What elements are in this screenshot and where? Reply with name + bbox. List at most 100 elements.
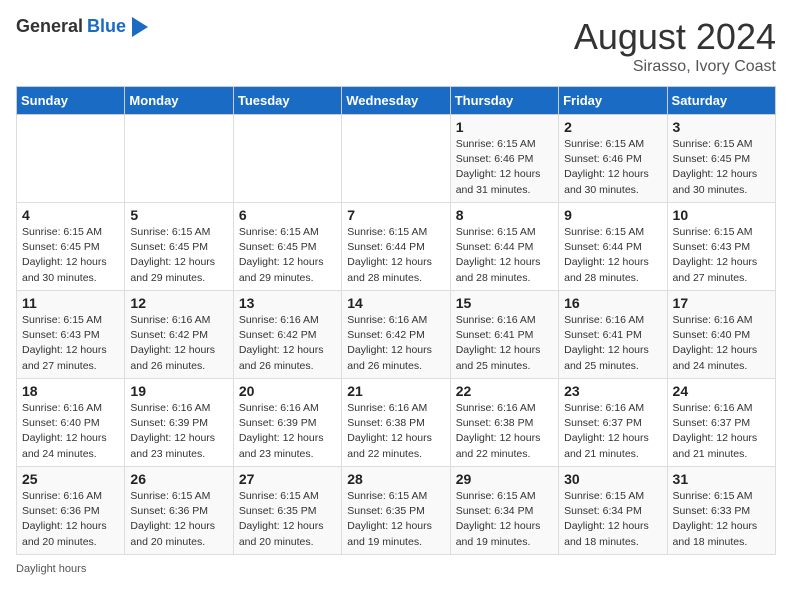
day-number: 11 xyxy=(22,295,119,311)
day-info: Sunrise: 6:15 AM Sunset: 6:44 PM Dayligh… xyxy=(456,225,553,286)
calendar-cell: 27 Sunrise: 6:15 AM Sunset: 6:35 PM Dayli… xyxy=(233,467,341,555)
column-header-wednesday: Wednesday xyxy=(342,87,450,115)
column-header-friday: Friday xyxy=(559,87,667,115)
day-info: Sunrise: 6:16 AM Sunset: 6:42 PM Dayligh… xyxy=(130,313,227,374)
day-number: 14 xyxy=(347,295,444,311)
calendar-cell: 9 Sunrise: 6:15 AM Sunset: 6:44 PM Daylig… xyxy=(559,203,667,291)
calendar-cell: 16 Sunrise: 6:16 AM Sunset: 6:41 PM Dayli… xyxy=(559,291,667,379)
calendar-cell: 31Sunrise: 6:15 AM Sunset: 6:33 PM Dayli… xyxy=(667,467,775,555)
calendar-week-3: 11Sunrise: 6:15 AM Sunset: 6:43 PM Dayli… xyxy=(17,291,776,379)
calendar-cell: 30 Sunrise: 6:15 AM Sunset: 6:34 PM Dayli… xyxy=(559,467,667,555)
day-info: Sunrise: 6:15 AM Sunset: 6:36 PM Dayligh… xyxy=(130,489,227,550)
calendar-cell: 6Sunrise: 6:15 AM Sunset: 6:45 PM Daylig… xyxy=(233,203,341,291)
day-number: 23 xyxy=(564,383,661,399)
calendar-cell: 8 Sunrise: 6:15 AM Sunset: 6:44 PM Daylig… xyxy=(450,203,558,291)
day-info: Sunrise: 6:15 AM Sunset: 6:45 PM Dayligh… xyxy=(130,225,227,286)
day-number: 24 xyxy=(673,383,770,399)
day-number: 31 xyxy=(673,471,770,487)
day-number: 26 xyxy=(130,471,227,487)
day-number: 1 xyxy=(456,119,553,135)
day-number: 8 xyxy=(456,207,553,223)
calendar-cell: 12 Sunrise: 6:16 AM Sunset: 6:42 PM Dayli… xyxy=(125,291,233,379)
day-number: 4 xyxy=(22,207,119,223)
day-number: 27 xyxy=(239,471,336,487)
day-number: 28 xyxy=(347,471,444,487)
day-info: Sunrise: 6:16 AM Sunset: 6:40 PM Dayligh… xyxy=(673,313,770,374)
page-header: General Blue August 2024 Sirasso, Ivory … xyxy=(16,16,776,76)
calendar-body: 1 Sunrise: 6:15 AM Sunset: 6:46 PM Daylig… xyxy=(17,115,776,555)
calendar-table: SundayMondayTuesdayWednesdayThursdayFrid… xyxy=(16,86,776,555)
day-info: Sunrise: 6:16 AM Sunset: 6:42 PM Dayligh… xyxy=(347,313,444,374)
calendar-cell: 10 Sunrise: 6:15 AM Sunset: 6:43 PM Dayli… xyxy=(667,203,775,291)
day-number: 16 xyxy=(564,295,661,311)
day-number: 12 xyxy=(130,295,227,311)
calendar-week-5: 25Sunrise: 6:16 AM Sunset: 6:36 PM Dayli… xyxy=(17,467,776,555)
calendar-cell: 7Sunrise: 6:15 AM Sunset: 6:44 PM Daylig… xyxy=(342,203,450,291)
calendar-cell xyxy=(342,115,450,203)
day-number: 10 xyxy=(673,207,770,223)
calendar-header-row: SundayMondayTuesdayWednesdayThursdayFrid… xyxy=(17,87,776,115)
calendar-cell: 18 Sunrise: 6:16 AM Sunset: 6:40 PM Dayli… xyxy=(17,379,125,467)
day-info: Sunrise: 6:16 AM Sunset: 6:42 PM Dayligh… xyxy=(239,313,336,374)
day-number: 30 xyxy=(564,471,661,487)
day-number: 2 xyxy=(564,119,661,135)
calendar-cell: 14 Sunrise: 6:16 AM Sunset: 6:42 PM Dayli… xyxy=(342,291,450,379)
day-info: Sunrise: 6:15 AM Sunset: 6:34 PM Dayligh… xyxy=(564,489,661,550)
calendar-cell xyxy=(233,115,341,203)
daylight-label: Daylight hours xyxy=(16,563,86,575)
calendar-footer: Daylight hours xyxy=(16,563,776,575)
calendar-cell: 19Sunrise: 6:16 AM Sunset: 6:39 PM Dayli… xyxy=(125,379,233,467)
calendar-cell: 22Sunrise: 6:16 AM Sunset: 6:38 PM Dayli… xyxy=(450,379,558,467)
calendar-cell: 24 Sunrise: 6:16 AM Sunset: 6:37 PM Dayli… xyxy=(667,379,775,467)
day-info: Sunrise: 6:15 AM Sunset: 6:35 PM Dayligh… xyxy=(347,489,444,550)
day-number: 15 xyxy=(456,295,553,311)
day-number: 5 xyxy=(130,207,227,223)
day-number: 29 xyxy=(456,471,553,487)
day-info: Sunrise: 6:16 AM Sunset: 6:41 PM Dayligh… xyxy=(456,313,553,374)
day-number: 7 xyxy=(347,207,444,223)
day-number: 21 xyxy=(347,383,444,399)
day-info: Sunrise: 6:15 AM Sunset: 6:45 PM Dayligh… xyxy=(22,225,119,286)
day-info: Sunrise: 6:15 AM Sunset: 6:35 PM Dayligh… xyxy=(239,489,336,550)
day-info: Sunrise: 6:16 AM Sunset: 6:41 PM Dayligh… xyxy=(564,313,661,374)
logo-arrow-icon xyxy=(132,17,148,37)
column-header-tuesday: Tuesday xyxy=(233,87,341,115)
day-info: Sunrise: 6:16 AM Sunset: 6:38 PM Dayligh… xyxy=(456,401,553,462)
day-info: Sunrise: 6:15 AM Sunset: 6:34 PM Dayligh… xyxy=(456,489,553,550)
day-info: Sunrise: 6:15 AM Sunset: 6:43 PM Dayligh… xyxy=(673,225,770,286)
day-number: 9 xyxy=(564,207,661,223)
calendar-cell: 29 Sunrise: 6:15 AM Sunset: 6:34 PM Dayli… xyxy=(450,467,558,555)
day-info: Sunrise: 6:15 AM Sunset: 6:45 PM Dayligh… xyxy=(673,137,770,198)
day-info: Sunrise: 6:15 AM Sunset: 6:45 PM Dayligh… xyxy=(239,225,336,286)
day-info: Sunrise: 6:16 AM Sunset: 6:38 PM Dayligh… xyxy=(347,401,444,462)
day-number: 3 xyxy=(673,119,770,135)
column-header-saturday: Saturday xyxy=(667,87,775,115)
calendar-cell: 21 Sunrise: 6:16 AM Sunset: 6:38 PM Dayli… xyxy=(342,379,450,467)
logo-text-blue: Blue xyxy=(87,16,126,37)
logo: General Blue xyxy=(16,16,148,37)
calendar-cell xyxy=(125,115,233,203)
day-info: Sunrise: 6:16 AM Sunset: 6:36 PM Dayligh… xyxy=(22,489,119,550)
calendar-cell: 20Sunrise: 6:16 AM Sunset: 6:39 PM Dayli… xyxy=(233,379,341,467)
day-info: Sunrise: 6:16 AM Sunset: 6:39 PM Dayligh… xyxy=(239,401,336,462)
calendar-week-1: 1 Sunrise: 6:15 AM Sunset: 6:46 PM Daylig… xyxy=(17,115,776,203)
day-info: Sunrise: 6:16 AM Sunset: 6:40 PM Dayligh… xyxy=(22,401,119,462)
day-info: Sunrise: 6:16 AM Sunset: 6:37 PM Dayligh… xyxy=(673,401,770,462)
day-info: Sunrise: 6:15 AM Sunset: 6:46 PM Dayligh… xyxy=(564,137,661,198)
title-block: August 2024 Sirasso, Ivory Coast xyxy=(574,16,776,76)
day-number: 18 xyxy=(22,383,119,399)
calendar-cell: 15 Sunrise: 6:16 AM Sunset: 6:41 PM Dayli… xyxy=(450,291,558,379)
calendar-cell xyxy=(17,115,125,203)
calendar-cell: 23 Sunrise: 6:16 AM Sunset: 6:37 PM Dayli… xyxy=(559,379,667,467)
day-info: Sunrise: 6:15 AM Sunset: 6:46 PM Dayligh… xyxy=(456,137,553,198)
day-info: Sunrise: 6:16 AM Sunset: 6:37 PM Dayligh… xyxy=(564,401,661,462)
calendar-subtitle: Sirasso, Ivory Coast xyxy=(574,58,776,76)
calendar-cell: 4 Sunrise: 6:15 AM Sunset: 6:45 PM Daylig… xyxy=(17,203,125,291)
calendar-cell: 1 Sunrise: 6:15 AM Sunset: 6:46 PM Daylig… xyxy=(450,115,558,203)
calendar-week-4: 18 Sunrise: 6:16 AM Sunset: 6:40 PM Dayli… xyxy=(17,379,776,467)
day-info: Sunrise: 6:15 AM Sunset: 6:44 PM Dayligh… xyxy=(564,225,661,286)
calendar-title: August 2024 xyxy=(574,16,776,58)
calendar-cell: 11Sunrise: 6:15 AM Sunset: 6:43 PM Dayli… xyxy=(17,291,125,379)
column-header-sunday: Sunday xyxy=(17,87,125,115)
calendar-cell: 28 Sunrise: 6:15 AM Sunset: 6:35 PM Dayli… xyxy=(342,467,450,555)
